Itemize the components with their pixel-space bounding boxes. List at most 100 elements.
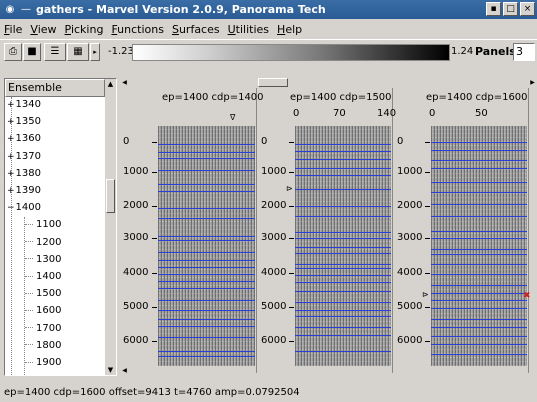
horizon-line[interactable] — [295, 268, 391, 269]
chevron-right-icon[interactable]: ▸ — [90, 43, 100, 61]
horizon-line[interactable] — [431, 182, 527, 183]
tree-item[interactable]: 1900 — [25, 357, 61, 369]
horizon-line[interactable] — [431, 274, 527, 275]
horizon-line[interactable] — [295, 275, 391, 276]
menu-utilities[interactable]: Utilities — [224, 23, 273, 36]
horizon-line[interactable] — [431, 160, 527, 161]
horizon-line[interactable] — [431, 300, 527, 301]
save-icon[interactable]: ■ — [23, 43, 41, 61]
expand-icon[interactable]: + — [7, 100, 15, 110]
expand-icon[interactable]: + — [7, 117, 15, 127]
horizon-line[interactable] — [295, 253, 391, 254]
horizon-line[interactable] — [158, 184, 255, 185]
tree-item[interactable]: 1100 — [25, 219, 61, 231]
gather-panel[interactable]: ep=1400 cdp=1500 0 70 140 0 1000 2000 3000 4000 5… — [258, 88, 396, 373]
window-menu-icon[interactable]: ◉ — [4, 4, 16, 16]
bottom-scrollbar[interactable]: ◀ — [120, 366, 537, 375]
seismic-traces[interactable] — [158, 126, 255, 366]
menu-surfaces[interactable]: Surfaces — [168, 23, 224, 36]
menu-view[interactable]: View — [26, 23, 60, 36]
tree-item[interactable]: 1200 — [25, 237, 61, 249]
horizon-line[interactable] — [431, 293, 527, 294]
expand-icon[interactable]: + — [7, 169, 15, 179]
horizon-line[interactable] — [431, 249, 527, 250]
scroll-up-icon[interactable]: ▲ — [105, 79, 116, 89]
gather-panel[interactable]: ep=1400 cdp=1600 0 50 0 1000 2000 3000 4000 5000… — [394, 88, 531, 373]
horizon-line[interactable] — [431, 231, 527, 232]
tree-item[interactable]: 1400 — [25, 271, 61, 283]
shade-icon[interactable]: — — [20, 4, 32, 16]
scroll-right-icon[interactable]: ▶ — [528, 78, 537, 87]
menu-functions[interactable]: Functions — [107, 23, 168, 36]
horizon-line[interactable] — [295, 175, 391, 176]
horizon-line[interactable] — [295, 159, 391, 160]
display-mode-icon[interactable]: ▦ — [67, 43, 89, 61]
colormap-icon[interactable]: ☰ — [44, 43, 66, 61]
horizon-line[interactable] — [295, 206, 391, 207]
horizon-line[interactable] — [158, 170, 255, 171]
horizon-line[interactable] — [431, 344, 527, 345]
horizon-line[interactable] — [431, 354, 527, 355]
horizon-line[interactable] — [295, 232, 391, 233]
horizon-line[interactable] — [431, 327, 527, 328]
horizon-line[interactable] — [158, 326, 255, 327]
horizon-line[interactable] — [431, 168, 527, 169]
horizon-line[interactable] — [158, 260, 255, 261]
menu-help[interactable]: Help — [273, 23, 306, 36]
horizon-line[interactable] — [431, 319, 527, 320]
horizon-line[interactable] — [158, 281, 255, 282]
horizon-line[interactable] — [295, 310, 391, 311]
tree-item[interactable]: 1600 — [25, 305, 61, 317]
horizon-line[interactable] — [295, 238, 391, 239]
horizon-line[interactable] — [158, 274, 255, 275]
horizon-line[interactable] — [158, 240, 255, 241]
tree-item[interactable]: 1800 — [25, 340, 61, 352]
horizon-line[interactable] — [431, 192, 527, 193]
horizon-line[interactable] — [158, 236, 255, 237]
tree-item[interactable]: 1700 — [25, 323, 61, 335]
horizontal-scrollbar[interactable]: ◀ ▶ — [120, 78, 537, 87]
scroll-left-bottom-icon[interactable]: ◀ — [120, 366, 129, 375]
horizon-line[interactable] — [158, 144, 255, 145]
maximize-button[interactable]: □ — [503, 2, 518, 16]
print-icon[interactable]: ⎙ — [4, 43, 22, 61]
tree-scroll-thumb[interactable] — [106, 179, 115, 213]
horizon-line[interactable] — [431, 308, 527, 309]
horizon-line[interactable] — [158, 252, 255, 253]
horizon-line[interactable] — [431, 204, 527, 205]
horizon-line[interactable] — [431, 216, 527, 217]
tree-item[interactable]: +1380 — [7, 168, 41, 180]
horizon-line[interactable] — [158, 310, 255, 311]
tree-item[interactable]: 1300 — [25, 254, 61, 266]
scroll-down-icon[interactable]: ▼ — [105, 365, 116, 375]
minimize-button[interactable]: ▪ — [486, 2, 501, 16]
horizon-line[interactable] — [295, 247, 391, 248]
gather-panel[interactable]: ep=1400 cdp=1400 0 1000 2000 3000 4000 5000 600… — [120, 88, 264, 373]
offset-marker-icon[interactable]: ∇ — [230, 113, 235, 122]
horizon-line[interactable] — [295, 216, 391, 217]
horizon-line[interactable] — [158, 191, 255, 192]
horizon-line[interactable] — [295, 189, 391, 190]
horizon-line[interactable] — [295, 264, 391, 265]
tree-item[interactable]: +1360 — [7, 133, 41, 145]
horizon-line[interactable] — [295, 168, 391, 169]
pick-marker-icon[interactable]: ✖ — [523, 291, 531, 301]
horizon-line[interactable] — [295, 282, 391, 283]
horizon-line[interactable] — [158, 218, 255, 219]
horizon-line[interactable] — [431, 142, 527, 143]
time-marker-icon[interactable]: ⊳ — [286, 184, 293, 193]
horizon-line[interactable] — [158, 356, 255, 357]
horizon-line[interactable] — [158, 337, 255, 338]
tree-item[interactable]: +1340 — [7, 99, 41, 111]
time-marker-icon[interactable]: ⊳ — [422, 290, 429, 299]
close-button[interactable]: × — [520, 2, 535, 16]
expand-icon[interactable]: + — [7, 186, 15, 196]
expand-icon[interactable]: + — [7, 134, 15, 144]
horizon-line[interactable] — [295, 327, 391, 328]
horizon-line[interactable] — [158, 152, 255, 153]
horizon-line[interactable] — [158, 208, 255, 209]
tree-item[interactable]: 1500 — [25, 288, 61, 300]
menu-picking[interactable]: Picking — [61, 23, 108, 36]
horizon-line[interactable] — [431, 264, 527, 265]
horizon-line[interactable] — [158, 288, 255, 289]
